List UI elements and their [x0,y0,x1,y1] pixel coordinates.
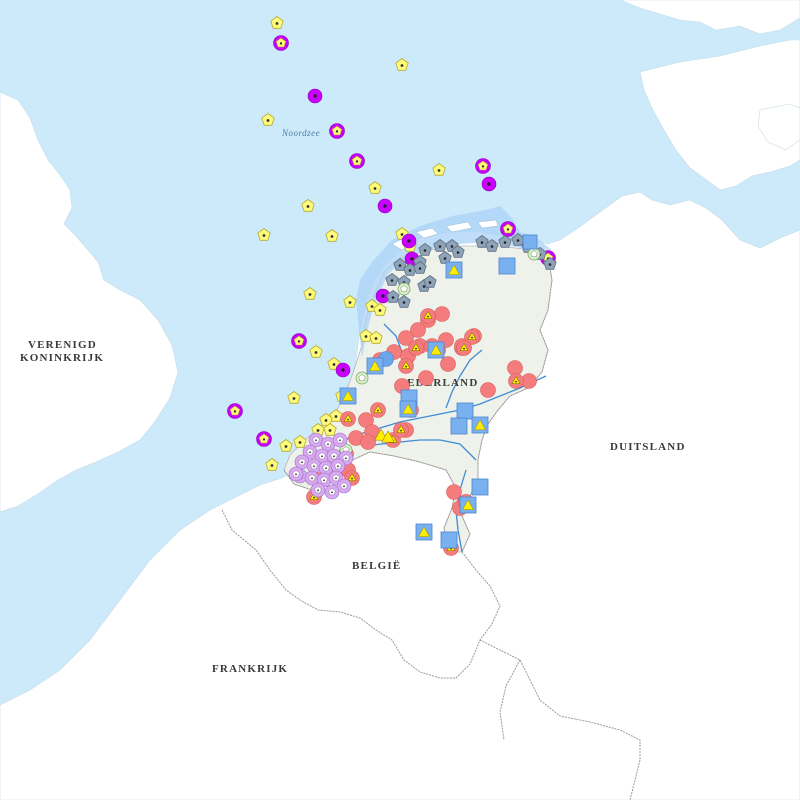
lilac-circle-marker[interactable] [306,458,322,474]
magenta-circle-marker[interactable] [227,403,243,419]
blue-square-marker[interactable] [366,357,384,375]
salmon-circle-marker[interactable] [446,484,462,500]
magenta-circle-marker[interactable] [475,158,491,174]
blue-square-marker[interactable] [399,400,417,418]
label-duitsland: DUITSLAND [610,441,686,453]
label-frankrijk: FRANKRIJK [212,663,288,675]
magenta-circle-marker[interactable] [349,153,365,169]
salmon-circle-triangle-marker[interactable] [456,340,472,356]
magenta-circle-marker[interactable] [481,176,497,192]
salmon-circle-triangle-marker[interactable] [340,411,356,427]
blue-square-marker[interactable] [522,234,538,250]
salmon-circle-marker[interactable] [507,360,523,376]
magenta-circle-marker[interactable] [273,35,289,51]
blue-square-marker[interactable] [471,416,489,434]
magenta-circle-marker[interactable] [500,221,516,237]
blue-square-marker[interactable] [456,402,474,420]
salmon-circle-triangle-marker[interactable] [508,373,524,389]
salmon-circle-marker[interactable] [360,434,376,450]
lilac-circle-marker[interactable] [310,482,326,498]
blue-square-marker[interactable] [339,387,357,405]
magenta-circle-marker[interactable] [291,333,307,349]
blue-square-marker[interactable] [440,531,458,549]
blue-square-marker[interactable] [498,257,516,275]
blue-square-marker[interactable] [450,417,468,435]
magenta-circle-marker[interactable] [377,198,393,214]
magenta-circle-marker[interactable] [256,431,272,447]
salmon-circle-marker[interactable] [440,356,456,372]
salmon-circle-triangle-marker[interactable] [393,422,409,438]
green-circle-marker[interactable] [527,247,541,261]
blue-square-marker[interactable] [459,496,477,514]
green-circle-marker[interactable] [397,282,411,296]
label-verenigd-koninkrijk-1: VERENIGD [28,339,97,351]
lilac-circle-marker[interactable] [324,484,340,500]
blue-square-marker[interactable] [427,341,445,359]
salmon-circle-marker[interactable] [480,382,496,398]
magenta-circle-marker[interactable] [335,362,351,378]
label-belgie: BELGIË [352,559,401,572]
lilac-circle-marker[interactable] [332,432,348,448]
magenta-circle-marker[interactable] [329,123,345,139]
salmon-circle-marker[interactable] [434,306,450,322]
magenta-circle-marker[interactable] [401,233,417,249]
label-verenigd-koninkrijk-2: KONINKRIJK [20,352,104,364]
blue-square-marker[interactable] [445,261,463,279]
lilac-circle-marker[interactable] [330,458,346,474]
lilac-circle-marker[interactable] [288,466,304,482]
magenta-circle-marker[interactable] [307,88,323,104]
blue-square-marker[interactable] [415,523,433,541]
green-circle-marker[interactable] [355,371,369,385]
label-noordzee: Noordzee [281,128,320,138]
salmon-circle-triangle-marker[interactable] [420,308,436,324]
label-nederland: NEDERLAND [398,377,478,389]
salmon-circle-triangle-marker[interactable] [408,340,424,356]
salmon-circle-triangle-marker[interactable] [398,358,414,374]
blue-square-marker[interactable] [471,478,489,496]
salmon-circle-triangle-marker[interactable] [370,402,386,418]
salmon-circle-marker[interactable] [418,370,434,386]
map-canvas[interactable]: Noordzee VERENIGD KONINKRIJK NEDERLAND D… [0,0,800,800]
